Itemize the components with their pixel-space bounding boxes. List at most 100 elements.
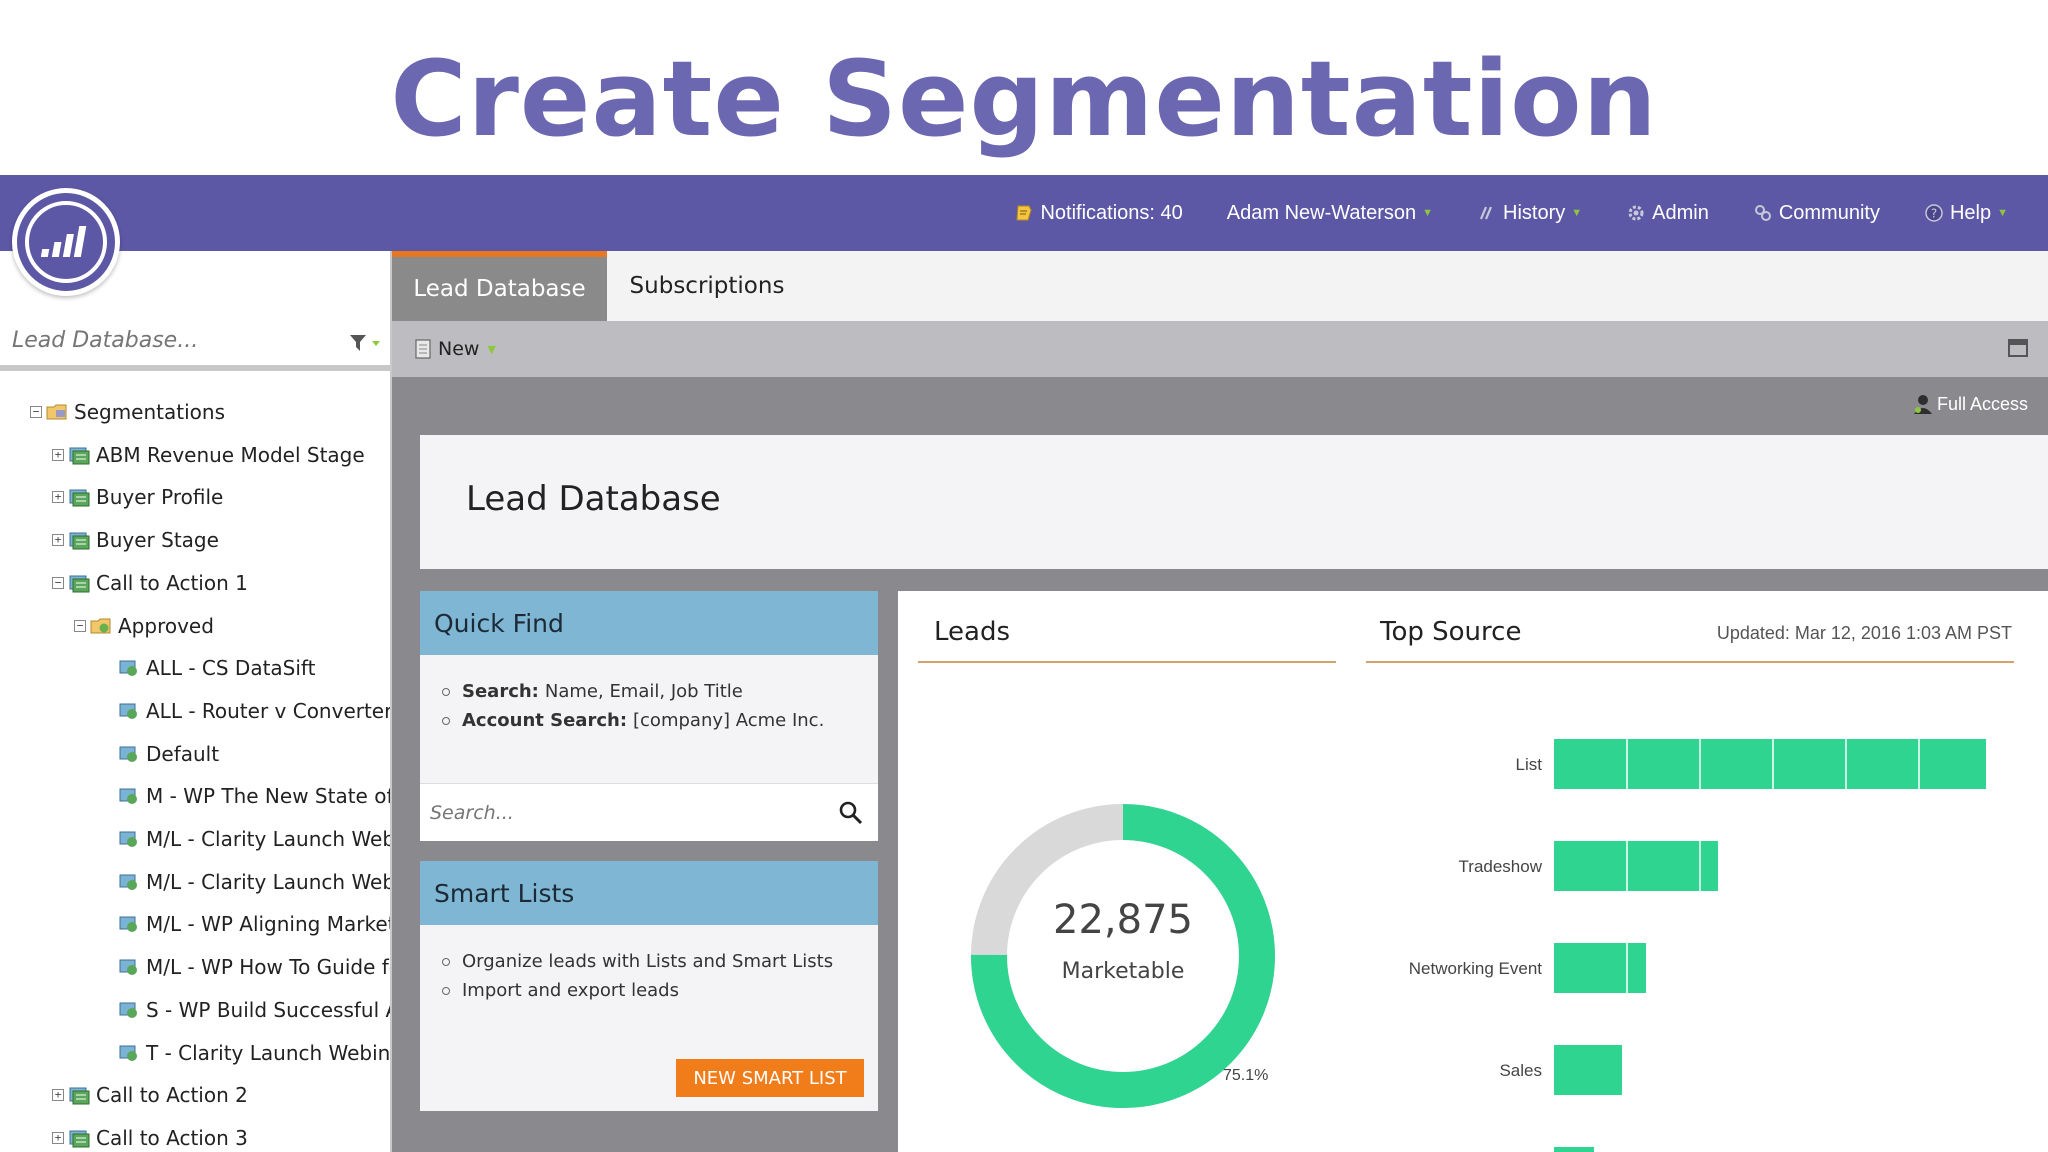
quick-find-search-input[interactable] <box>430 801 810 824</box>
tree-item[interactable]: ALL - Router v Converter <box>118 690 390 732</box>
community-icon <box>1754 205 1771 221</box>
quick-find-search <box>420 783 878 841</box>
donut-label: Marketable <box>1061 959 1185 984</box>
bar-list[interactable] <box>1554 739 1986 789</box>
tree-item-label: S - WP Build Successful AD <box>146 997 392 1022</box>
tree-item[interactable]: S - WP Build Successful AD <box>118 989 392 1031</box>
collapse-icon[interactable]: − <box>52 576 64 589</box>
tree-item-label: M/L - Clarity Launch Webir <box>146 869 392 894</box>
notifications-link[interactable]: Notifications: 40 <box>992 175 1204 251</box>
smart-lists-panel: Smart Lists Organize leads with Lists an… <box>420 861 878 1111</box>
tree-item[interactable]: M/L - Clarity Launch Webir <box>118 818 392 860</box>
user-access-icon <box>1913 395 1932 414</box>
slide-title: Create Segmentation <box>390 38 1658 160</box>
segment-icon <box>119 916 137 933</box>
list-item: Account Search: [company] Acme Inc. <box>442 706 878 735</box>
tree-item[interactable]: M - WP The New State of A <box>118 775 392 817</box>
search-icon[interactable] <box>838 800 864 826</box>
tree-item-label: M/L - Clarity Launch Webir <box>146 827 392 851</box>
expand-icon[interactable]: + <box>52 491 64 504</box>
access-indicator: Full Access <box>1913 393 2028 415</box>
analytics-logo-icon <box>41 226 87 257</box>
help-menu[interactable]: ? Help ▼ <box>1902 175 2030 251</box>
list-item-text: Name, Email, Job Title <box>544 681 743 702</box>
segment-icon <box>119 1045 137 1061</box>
quick-find-list: Search: Name, Email, Job Title Account Se… <box>420 655 878 735</box>
admin-link[interactable]: Admin <box>1604 175 1731 251</box>
segment-icon <box>119 703 137 719</box>
list-item: Search: Name, Email, Job Title <box>442 677 878 706</box>
tree-item[interactable]: M/L - WP How To Guide fo <box>118 946 390 988</box>
history-menu[interactable]: History ▼ <box>1455 175 1604 251</box>
segmentation-icon <box>69 447 90 465</box>
bullet-icon <box>442 986 450 995</box>
tree-item[interactable]: + Call to Action 2 <box>52 1074 248 1116</box>
window-toggle-icon[interactable] <box>2008 339 2028 357</box>
bar-tradeshow[interactable] <box>1554 841 1718 891</box>
expand-icon[interactable]: + <box>52 534 64 547</box>
tree-item[interactable]: M/L - Clarity Launch Webir <box>118 861 392 903</box>
tab-bar: Lead Database Subscriptions <box>392 251 2048 321</box>
filter-icon[interactable] <box>348 331 382 355</box>
tree-item[interactable]: + Buyer Profile <box>52 476 223 518</box>
tree-item-label: M/L - WP Aligning Marketir <box>146 912 392 937</box>
tree-item[interactable]: ALL - CS DataSift <box>118 647 315 689</box>
app-logo[interactable] <box>12 188 120 296</box>
bar-webinar[interactable] <box>1554 1147 1594 1152</box>
donut-value: 22,875 <box>1053 897 1193 943</box>
tab-subscriptions[interactable]: Subscriptions <box>607 251 807 321</box>
tree-item[interactable]: + Call to Action 3 <box>52 1117 248 1152</box>
segment-icon <box>119 874 137 890</box>
collapse-icon[interactable]: − <box>30 406 42 418</box>
tree-item-label: ABM Revenue Model Stage <box>96 442 365 467</box>
tree-item[interactable]: − Approved <box>74 605 214 647</box>
tree-item-label: Call to Action 1 <box>96 570 248 595</box>
collapse-icon[interactable]: − <box>74 619 86 632</box>
smart-lists-title: Smart Lists <box>420 861 878 925</box>
bullet-icon <box>442 716 450 725</box>
toolbar: New ▼ <box>392 321 2048 377</box>
expand-icon[interactable]: + <box>52 448 64 461</box>
top-source-divider <box>1366 661 2014 663</box>
approved-folder-icon <box>90 618 111 633</box>
bar-networking-event[interactable] <box>1554 943 1646 993</box>
bar-sales[interactable] <box>1554 1045 1622 1095</box>
community-link[interactable]: Community <box>1731 175 1902 251</box>
user-menu[interactable]: Adam New-Waterson ▼ <box>1205 175 1455 251</box>
list-item: Organize leads with Lists and Smart List… <box>442 947 878 976</box>
new-button-label: New <box>438 338 480 360</box>
segment-icon <box>119 959 137 976</box>
expand-icon[interactable]: + <box>52 1089 64 1102</box>
tree-item[interactable]: − Call to Action 1 <box>52 562 248 604</box>
list-item-bold: Account Search: <box>462 710 628 731</box>
new-smart-list-button[interactable]: NEW SMART LIST <box>676 1059 864 1097</box>
bullet-icon <box>442 687 450 696</box>
tree-item-label: M - WP The New State of A <box>146 784 392 809</box>
tree-item-label: Approved <box>118 613 214 638</box>
help-label: Help <box>1949 201 1992 224</box>
tab-lead-database[interactable]: Lead Database <box>392 251 607 321</box>
document-icon <box>415 339 431 359</box>
tree-item[interactable]: M/L - WP Aligning Marketir <box>118 903 392 945</box>
quick-find-panel: Quick Find Search: Name, Email, Job Title… <box>420 591 878 841</box>
tree-item[interactable]: Default <box>118 733 219 775</box>
tree-item[interactable]: + Buyer Stage <box>52 519 219 561</box>
tree-item[interactable]: + ABM Revenue Model Stage <box>52 434 365 476</box>
new-button[interactable]: New ▼ <box>414 338 496 360</box>
bullet-icon <box>442 957 450 966</box>
lead-database-search-input[interactable] <box>12 327 332 353</box>
tree-item[interactable]: − Segmentations <box>30 391 225 433</box>
bar-category-label: List <box>1516 755 1543 774</box>
leads-divider <box>918 661 1336 663</box>
chevron-down-icon: ▼ <box>1571 207 1583 219</box>
tree-item-label: ALL - CS DataSift <box>146 656 316 681</box>
dashboard-panel: Leads Top Source Updated: Mar 12, 2016 1… <box>898 591 2048 1152</box>
expand-icon[interactable]: + <box>52 1131 64 1144</box>
tree-item[interactable]: T - Clarity Launch Webinar <box>118 1032 390 1074</box>
list-item: Import and export leads <box>442 976 878 1005</box>
list-item-text: Import and export leads <box>462 980 679 1001</box>
segmentation-icon <box>69 1087 90 1105</box>
sidebar: − Segmentations + ABM Revenue Model Stage + B… <box>0 251 392 1152</box>
list-item-text: Organize leads with Lists and Smart List… <box>462 951 834 972</box>
chevron-down-icon: ▼ <box>1997 207 2008 219</box>
